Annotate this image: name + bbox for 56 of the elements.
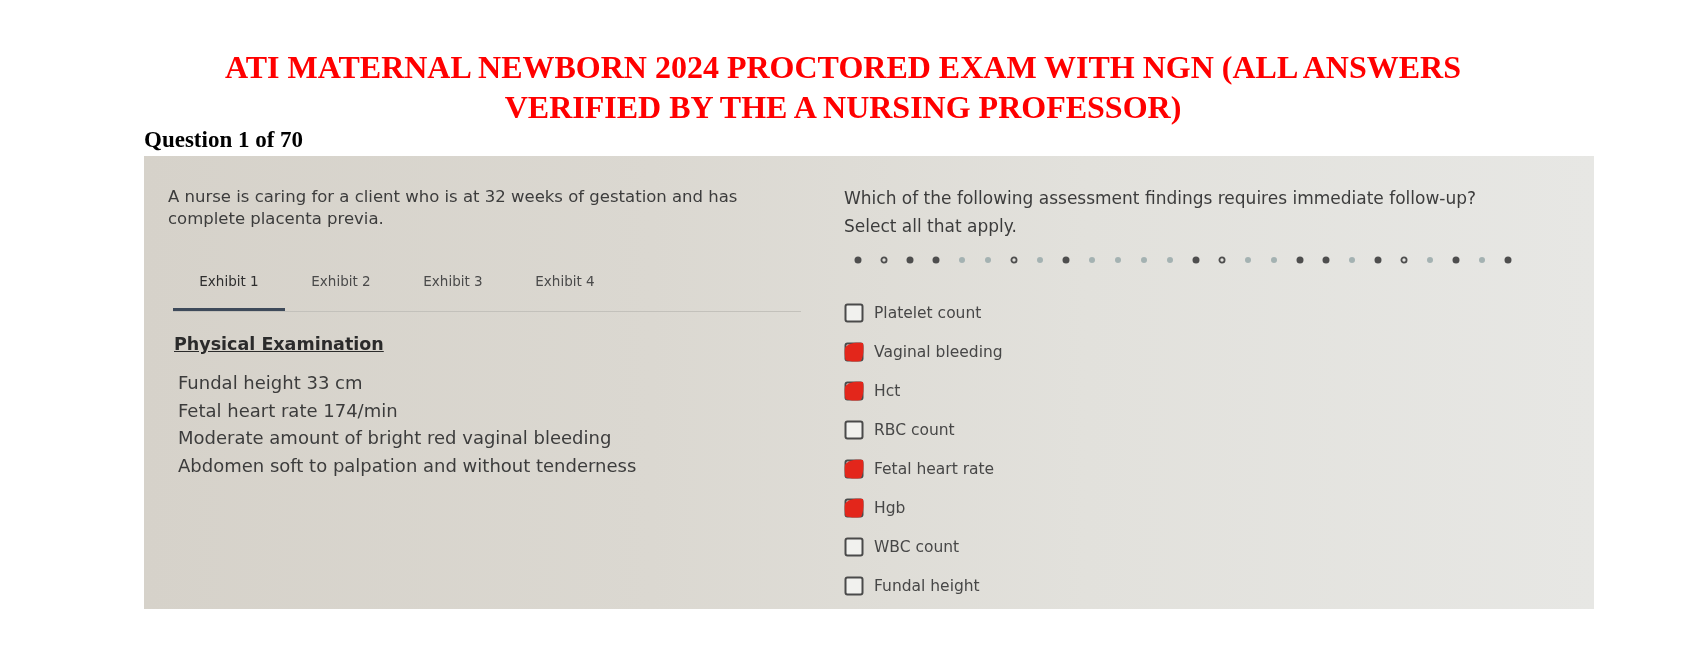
option-label[interactable]: Hgb bbox=[874, 498, 906, 517]
progress-dot-icon bbox=[932, 256, 940, 264]
progress-dot-icon bbox=[1478, 256, 1486, 264]
progress-dot-icon bbox=[1192, 256, 1200, 264]
checkbox[interactable] bbox=[844, 536, 864, 557]
exam-finding: Fetal heart rate 174/min bbox=[178, 398, 398, 423]
question-instruction: Select all that apply. bbox=[844, 215, 1017, 238]
exam-finding: Moderate amount of bright red vaginal bleeding bbox=[178, 426, 612, 450]
exhibit-tab[interactable]: Exhibit 4 bbox=[509, 273, 621, 311]
progress-dot-icon bbox=[1296, 256, 1304, 264]
option-label[interactable]: Fetal heart rate bbox=[874, 459, 995, 478]
checkbox[interactable] bbox=[844, 497, 864, 518]
question-prompt: Which of the following assessment findings requires immediate follow-up? bbox=[844, 187, 1477, 210]
progress-dot-icon bbox=[1244, 256, 1252, 264]
option-label[interactable]: Fundal height bbox=[874, 576, 980, 595]
progress-dot-icon bbox=[958, 256, 966, 264]
progress-dot-icon bbox=[1322, 256, 1330, 264]
checkbox[interactable] bbox=[844, 341, 864, 362]
progress-dot-icon bbox=[906, 256, 914, 264]
progress-dot-icon bbox=[880, 256, 888, 264]
progress-dot-icon bbox=[1062, 256, 1070, 264]
exam-finding: Abdomen soft to palpation and without tenderness bbox=[178, 453, 637, 478]
question-number: Question 1 of 70 bbox=[144, 127, 304, 153]
progress-dot-icon bbox=[1114, 256, 1122, 264]
question-stem: A nurse is caring for a client who is at 32 weeks of gestation and has complete placenta previa. bbox=[168, 186, 739, 230]
option-label[interactable]: Hct bbox=[874, 381, 901, 400]
option-label[interactable]: Vaginal bleeding bbox=[874, 342, 1003, 361]
option-label[interactable]: Platelet count bbox=[874, 303, 982, 322]
exhibit-heading: Physical Examination bbox=[174, 333, 384, 355]
progress-dot-icon bbox=[1036, 256, 1044, 264]
progress-dot-icon bbox=[1452, 256, 1460, 264]
progress-dot-icon bbox=[1348, 256, 1356, 264]
document-title: ATI MATERNAL NEWBORN 2024 PROCTORED EXAM WITH NGN (ALL ANSWERS VERIFIED BY THE A NURSING PROFESSOR) bbox=[224, 48, 1462, 127]
option-label[interactable]: WBC count bbox=[874, 537, 960, 556]
checkbox[interactable] bbox=[844, 575, 864, 596]
progress-dot-icon bbox=[1166, 256, 1174, 264]
progress-dot-icon bbox=[854, 256, 862, 264]
progress-dot-icon bbox=[1270, 256, 1278, 264]
checkbox[interactable] bbox=[844, 419, 864, 440]
exhibit-tab[interactable]: Exhibit 3 bbox=[397, 273, 509, 311]
exhibit-tab[interactable]: Exhibit 2 bbox=[285, 273, 397, 311]
exam-finding: Fundal height 33 cm bbox=[178, 371, 363, 395]
checkbox[interactable] bbox=[844, 380, 864, 401]
progress-dot-icon bbox=[1400, 256, 1408, 264]
exhibit-tab[interactable]: Exhibit 1 bbox=[173, 273, 285, 311]
progress-dot-icon bbox=[1088, 256, 1096, 264]
progress-dot-icon bbox=[1010, 256, 1018, 264]
progress-dot-icon bbox=[1426, 256, 1434, 264]
option-label[interactable]: RBC count bbox=[874, 420, 955, 439]
progress-dot-icon bbox=[1218, 256, 1226, 264]
progress-dot-icon bbox=[1140, 256, 1148, 264]
progress-dot-icon bbox=[1374, 256, 1382, 264]
progress-dot-icon bbox=[984, 256, 992, 264]
progress-dot-icon bbox=[1504, 256, 1512, 264]
checkbox[interactable] bbox=[844, 302, 864, 323]
checkbox[interactable] bbox=[844, 458, 864, 479]
